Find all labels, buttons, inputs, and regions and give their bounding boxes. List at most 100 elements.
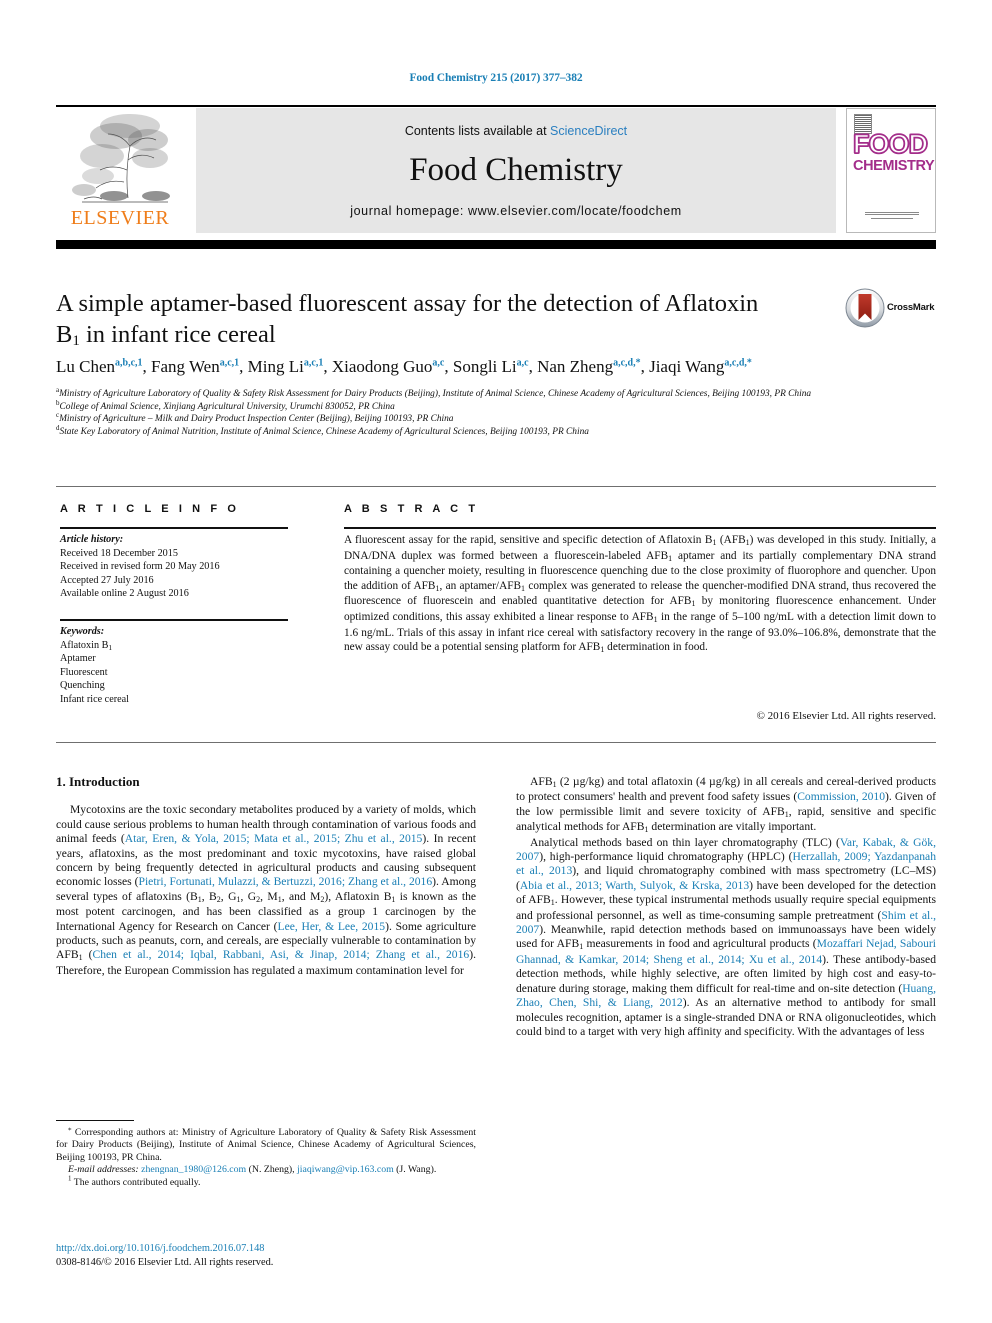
info-block-top-rule [56,486,936,487]
article-history-entries: Received 18 December 2015 Received in rev… [60,547,310,601]
article-history-item: Accepted 27 July 2016 [60,574,154,586]
author-affiliation-marks: a,c,d,* [613,357,641,369]
elsevier-logo: ELSEVIER [56,108,184,233]
article-info-heading: A R T I C L E I N F O [60,503,240,515]
citation-link[interactable]: Lee, Her, & Lee, 2015 [277,920,385,933]
info-block-bottom-rule [56,742,936,743]
email-owner-2: (J. Wang). [396,1164,437,1176]
email-owner-1: (N. Zheng), [248,1164,295,1176]
equal-contribution-mark: 1 [68,1174,72,1183]
sciencedirect-link[interactable]: ScienceDirect [550,124,627,138]
equal-contribution-text: The authors contributed equally. [73,1176,201,1188]
author-affiliation-marks: a,c [432,357,445,369]
citation-link[interactable]: Shim et al., 2007 [516,909,936,936]
abstract-heading: A B S T R A C T [344,503,479,515]
email-note: E-mail addresses: zhengnan_1980@126.com … [56,1164,476,1176]
cover-title-food: FOOD [852,129,929,159]
citation-link[interactable]: Atar, Eren, & Yola, 2015; Mata et al., 2… [125,832,423,845]
crossmark-badge[interactable]: CrossMark [845,288,937,330]
issn-copyright-line: 0308-8146/© 2016 Elsevier Ltd. All right… [56,1256,274,1268]
title-line-2-rest: in infant rice cereal [79,321,276,348]
contents-available-line: Contents lists available at ScienceDirec… [196,124,836,138]
author-list: Lu Chena,b,c,1, Fang Wena,c,1, Ming Lia,… [56,357,752,376]
title-line-1: A simple aptamer-based fluorescent assay… [56,290,759,317]
affiliation-text: Ministry of Agriculture – Milk and Dairy… [59,414,454,425]
affiliation-text: State Key Laboratory of Animal Nutrition… [59,426,589,437]
citation-link[interactable]: Commission, 2010 [797,790,885,803]
corresponding-author-note: ⁎ Corresponding authors at: Ministry of … [56,1124,477,1164]
author-name: Songli Li [452,357,517,376]
article-info-rule-1 [60,527,288,529]
corresponding-mark: ⁎ [68,1124,72,1133]
intro-paragraph-right-2: Analytical methods based on thin layer c… [516,835,937,1038]
affiliation-text: Ministry of Agriculture Laboratory of Qu… [59,389,812,399]
keywords-label: Keywords: [60,626,105,637]
article-history-item: Available online 2 August 2016 [60,588,189,599]
corresponding-text: Corresponding authors at: Ministry of Ag… [56,1127,477,1163]
keywords-block: Keywords: Aflatoxin B1 Aptamer Fluorescent… [60,625,310,706]
footnote-block: ⁎ Corresponding authors at: Ministry of … [56,1124,477,1189]
author-affiliation-marks: a,b,c,1 [115,357,143,369]
affiliation-text: College of Animal Science, Xinjiang Agri… [59,401,395,412]
affiliation-item: cMinistry of Agriculture – Milk and Dair… [56,412,936,426]
doi-block: http://dx.doi.org/10.1016/j.foodchem.201… [56,1242,476,1269]
email-link-2[interactable]: jiaqiwang@vip.163.com [297,1164,394,1175]
affiliation-item: bCollege of Animal Science, Xinjiang Agr… [56,399,936,414]
citation-link[interactable]: Chen et al., 2014; Iqbal, Rabbani, Asi, … [92,948,469,961]
header-top-rule [56,105,936,107]
keyword-item: Aflatoxin B1 [60,639,113,652]
journal-header-band: ELSEVIER Contents lists available at Sci… [56,108,936,233]
elsevier-tree-icon [64,110,176,206]
running-head: Food Chemistry 215 (2017) 377–382 [409,72,583,84]
keyword-entries: Aflatoxin B1 Aptamer Fluorescent Quenching I… [60,639,310,707]
author-affiliation-marks: a,c,d,* [724,357,752,369]
introduction-heading: 1. Introduction [56,774,140,789]
journal-homepage[interactable]: journal homepage: www.elsevier.com/locat… [196,204,836,218]
cover-filler-lines [865,212,919,215]
keyword-item: Aptamer [60,653,96,664]
article-history-item: Received 18 December 2015 [60,547,178,559]
header-thick-bar [56,240,936,249]
cover-filler-lines-2 [871,218,913,220]
doi-link[interactable]: http://dx.doi.org/10.1016/j.foodchem.201… [56,1242,476,1256]
citation-link[interactable]: Huang, Zhao, Chen, Shi, & Liang, 2012 [516,982,936,1009]
journal-cover-thumbnail: FOOD CHEMISTRY [846,108,936,233]
email-link-1[interactable]: zhengnan_1980@126.com [141,1164,246,1175]
abstract-rule [344,527,936,529]
elsevier-wordmark: ELSEVIER [70,207,170,229]
author-name: Jiaqi Wang [649,357,725,376]
footnote-rule [56,1120,134,1121]
citation-link[interactable]: Abia et al., 2013; Warth, Sulyok, & Krsk… [520,879,749,892]
header-center-band: Contents lists available at ScienceDirec… [196,108,836,233]
cover-title-chemistry: CHEMISTRY [853,158,935,174]
citation-link[interactable]: Herzallah, 2009; Yazdanpanah et al., 201… [516,850,936,877]
keyword-item: Fluorescent [60,666,108,678]
author-name: Ming Li [247,357,304,376]
author-name: Nan Zheng [537,357,614,376]
keyword-item: Quenching [60,680,105,691]
article-history-label: Article history: [60,534,124,545]
journal-title: Food Chemistry [409,152,623,188]
author-name: Xiaodong Guo [331,357,433,376]
journal-article-page: Food Chemistry 215 (2017) 377–382 ELSEVI… [0,0,992,1323]
intro-paragraph-left: Mycotoxins are the toxic secondary metab… [56,803,477,977]
author-affiliation-marks: a,c,1 [219,357,240,369]
author-name: Lu Chen [56,357,116,376]
citation-link[interactable]: Pietri, Fortunati, Mulazzi, & Bertuzzi, … [139,875,433,888]
crossmark-label: CrossMark [887,302,935,313]
author-affiliation-marks: a,c [516,357,529,369]
body-column-left: 1. Introduction Mycotoxins are the toxic… [56,774,477,978]
title-line-2-b: B [56,321,73,348]
affiliation-item: dState Key Laboratory of Animal Nutritio… [56,424,936,439]
contents-prefix: Contents lists available at [404,124,551,138]
copyright-line: © 2016 Elsevier Ltd. All rights reserved… [756,710,936,722]
article-history-item: Received in revised form 20 May 2016 [60,561,220,572]
author-name: Fang Wen [151,357,220,376]
author-affiliation-marks: a,c,1 [303,357,324,369]
page-title: A simple aptamer-based fluorescent assay… [56,288,826,354]
affiliation-item: aMinistry of Agriculture Laboratory of Q… [56,386,936,401]
body-column-right: AFB1 (2 µg/kg) and total aflatoxin (4 µg… [516,775,936,1039]
keyword-item: Infant rice cereal [60,693,129,705]
title-subscript: 1 [72,333,80,349]
email-label: E-mail addresses: [68,1164,139,1176]
